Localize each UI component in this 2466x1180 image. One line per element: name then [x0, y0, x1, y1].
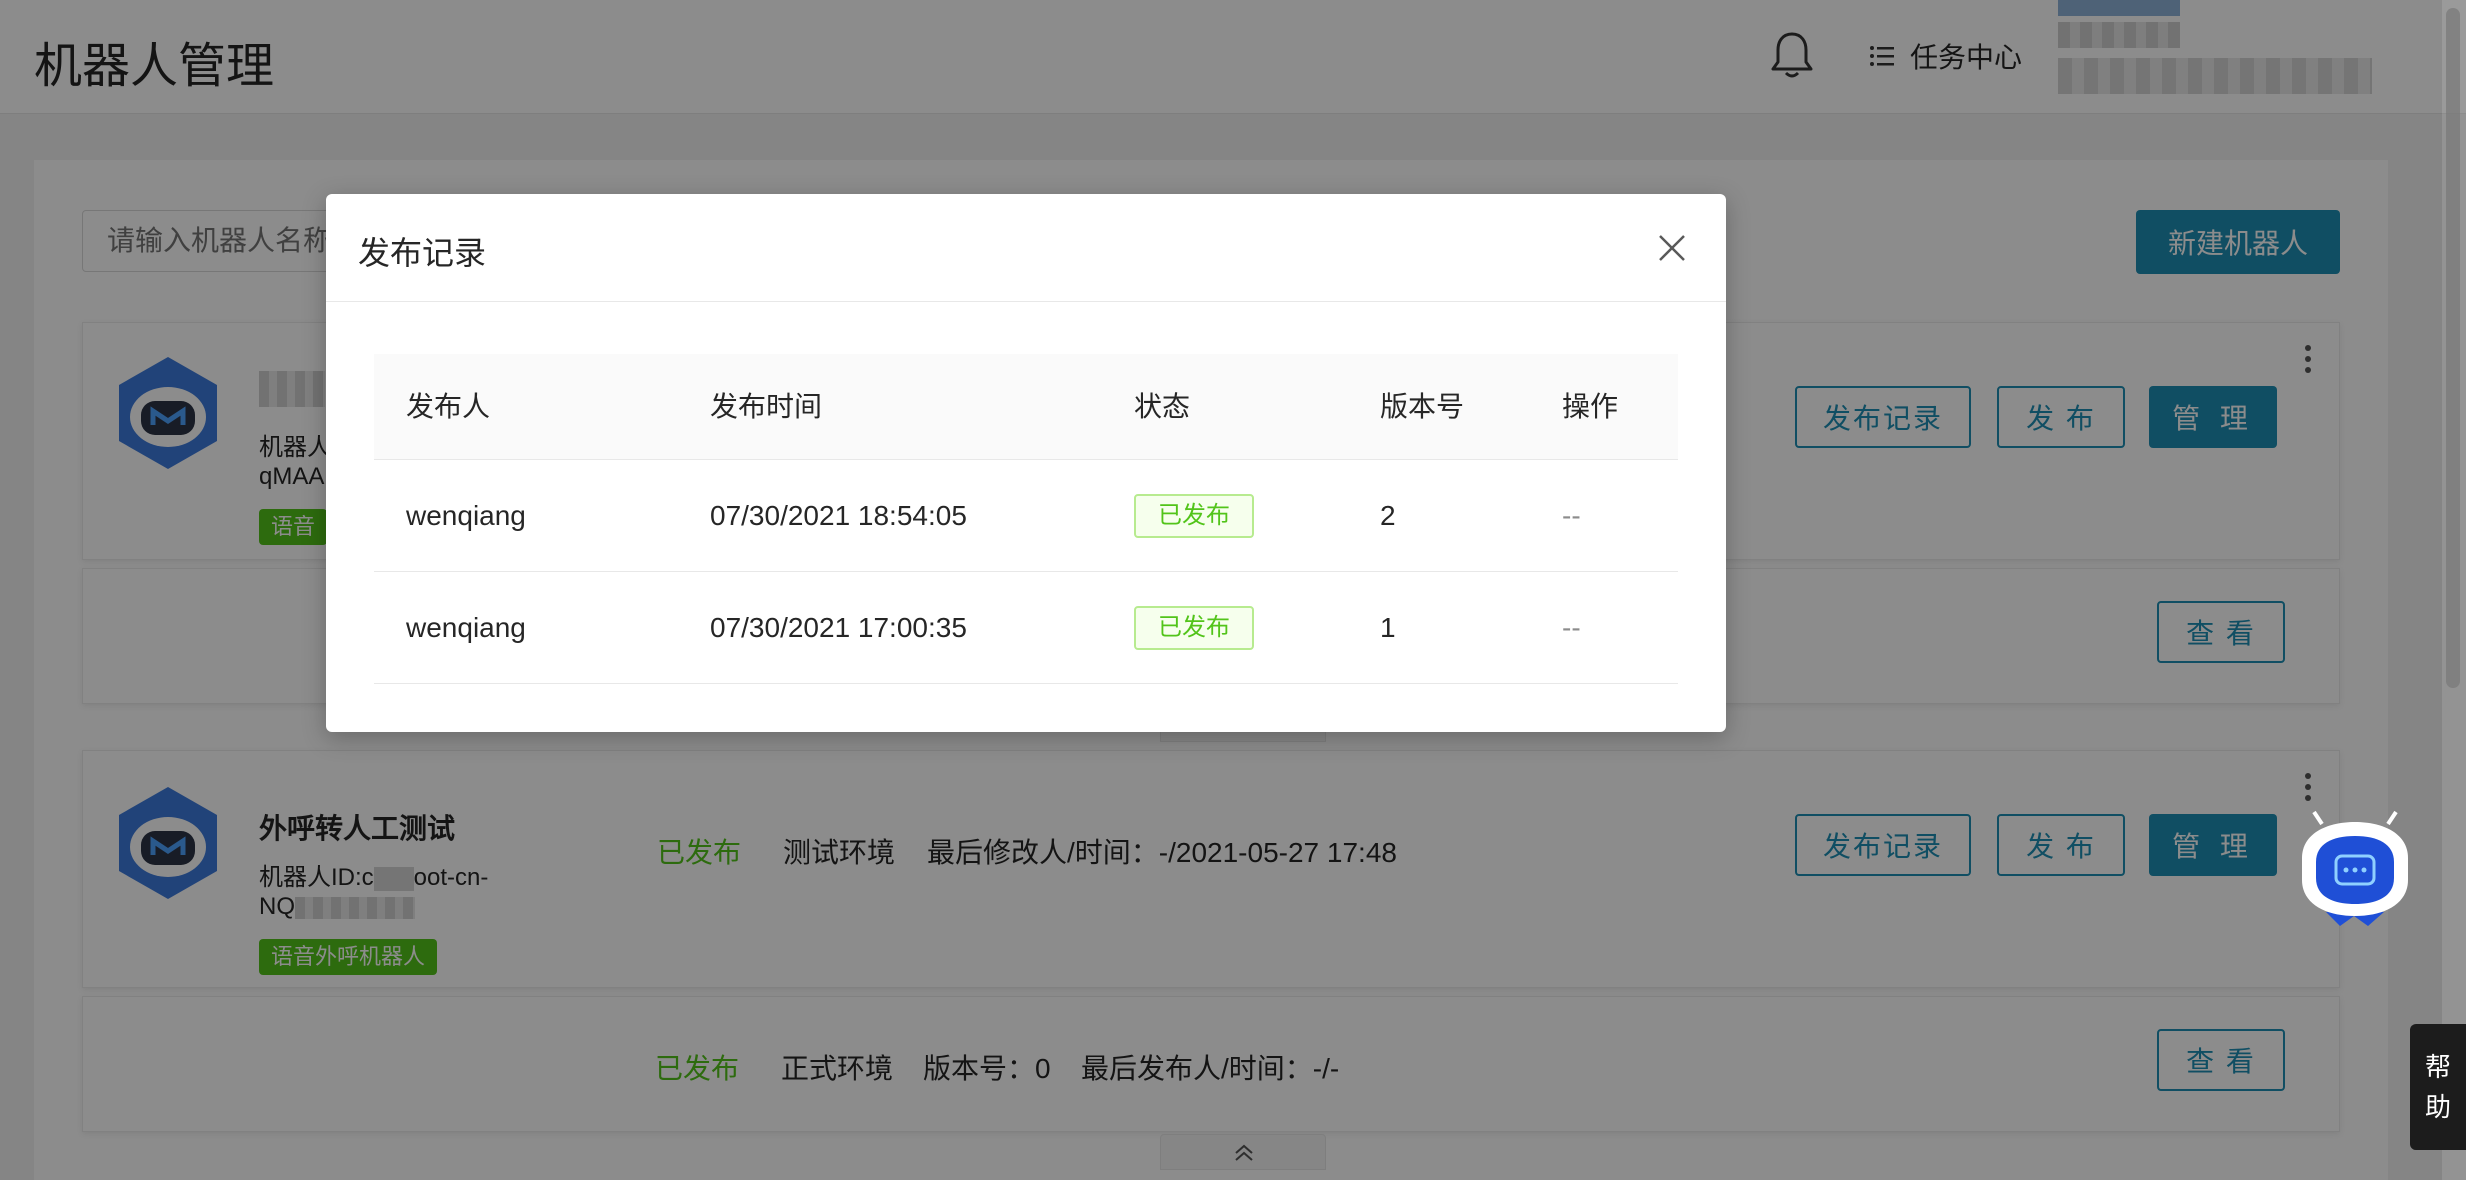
column-header: 发布时间 [710, 391, 823, 422]
column-header: 发布人 [406, 391, 491, 422]
table-row: wenqiang 07/30/2021 17:00:35 已发布 1 -- [374, 572, 1678, 684]
scrollbar-thumb[interactable] [2446, 8, 2460, 688]
column-header: 操作 [1562, 391, 1619, 422]
publish-records-modal: 发布记录 发布人 发布时间 状态 版本号 操作 wenqiang 07/30/2… [326, 194, 1726, 732]
publisher-cell: wenqiang [406, 500, 526, 531]
column-header: 版本号 [1380, 391, 1465, 422]
help-label: 帮 [2424, 1052, 2451, 1082]
version-cell: 2 [1380, 500, 1396, 531]
help-label: 助 [2424, 1092, 2451, 1122]
version-cell: 1 [1380, 612, 1396, 643]
help-button[interactable]: 帮 助 [2410, 1024, 2466, 1150]
action-cell: -- [1562, 500, 1581, 531]
modal-title: 发布记录 [358, 235, 487, 271]
publisher-cell: wenqiang [406, 612, 526, 643]
close-icon[interactable] [1656, 232, 1688, 264]
column-header: 状态 [1134, 391, 1191, 422]
action-cell: -- [1562, 612, 1581, 643]
status-badge: 已发布 [1134, 606, 1254, 650]
time-cell: 07/30/2021 18:54:05 [710, 500, 967, 531]
table-header: 发布人 发布时间 状态 版本号 操作 [374, 354, 1678, 460]
time-cell: 07/30/2021 17:00:35 [710, 612, 967, 643]
modal-header: 发布记录 [326, 194, 1726, 302]
table-row: wenqiang 07/30/2021 18:54:05 已发布 2 -- [374, 460, 1678, 572]
status-badge: 已发布 [1134, 494, 1254, 538]
chat-assistant-icon[interactable] [2296, 808, 2414, 932]
